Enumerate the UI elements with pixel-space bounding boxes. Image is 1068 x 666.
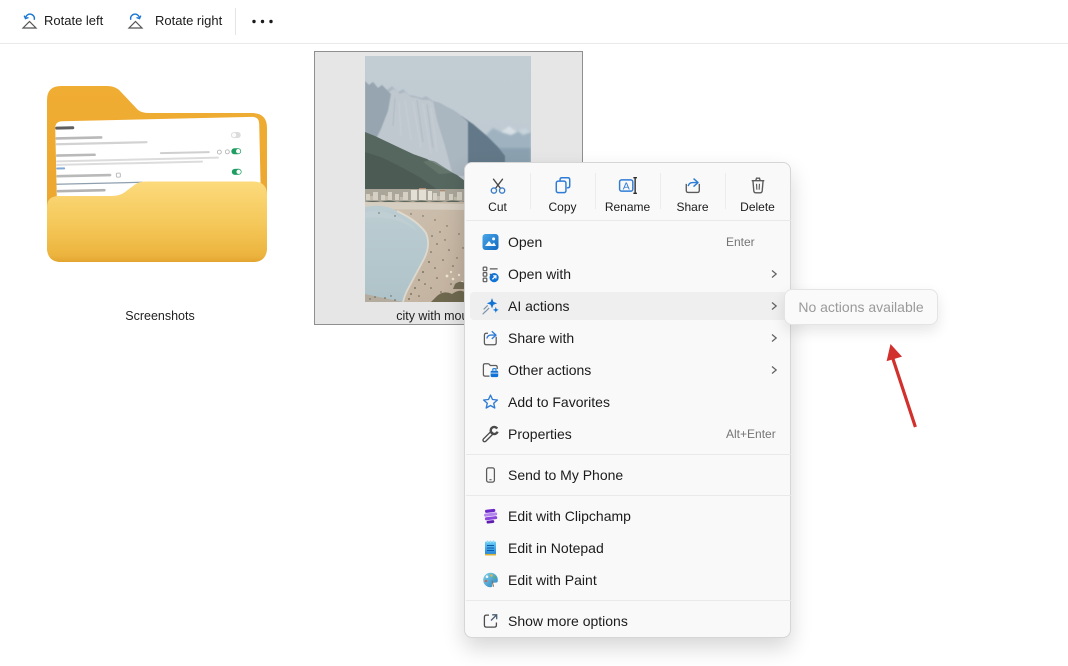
svg-text:A: A bbox=[622, 180, 629, 192]
